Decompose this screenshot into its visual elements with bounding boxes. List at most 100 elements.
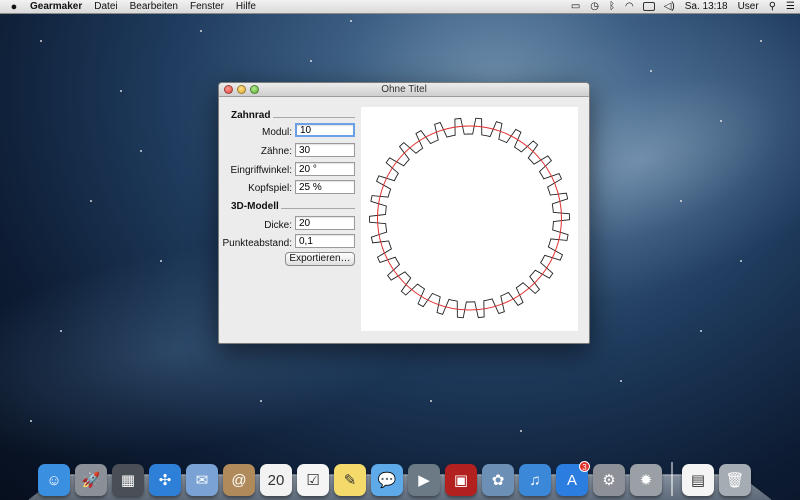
safari-glyph: ✣ xyxy=(158,472,172,489)
zaehne-input[interactable] xyxy=(295,143,355,157)
finder-icon[interactable]: ☺ xyxy=(38,464,70,496)
star xyxy=(260,400,262,402)
menu-bearbeiten[interactable]: Bearbeiten xyxy=(124,1,184,12)
messages-glyph: 💬 xyxy=(377,472,397,489)
section-divider xyxy=(281,208,355,209)
menu-datei[interactable]: Datei xyxy=(88,1,123,12)
mail-icon[interactable]: ✉ xyxy=(186,464,218,496)
notes-icon[interactable]: ✎ xyxy=(334,464,366,496)
star xyxy=(760,40,762,42)
safari-icon[interactable]: ✣ xyxy=(149,464,181,496)
system-preferences-icon[interactable]: ⚙ xyxy=(593,464,625,496)
documents-glyph: ▤ xyxy=(690,472,706,489)
calendar-glyph: 20 xyxy=(267,471,285,489)
mail-glyph: ✉ xyxy=(195,472,209,489)
label-modul: Modul: xyxy=(261,127,292,138)
launchpad-icon[interactable]: 🚀 xyxy=(75,464,107,496)
star xyxy=(120,90,122,92)
itunes-glyph: ♫ xyxy=(529,471,541,489)
label-punkteabstand: Punkteabstand: xyxy=(222,238,293,249)
star xyxy=(740,260,742,262)
gear-outline xyxy=(369,117,570,319)
dock: ☺ 🚀 ▦ ✣ ✉ @20 ☑ ✎ 💬 ▶ ▣ ✿ ♫ A 3 ⚙ ✹ ▤ 🗑 xyxy=(38,452,751,496)
contacts-icon[interactable]: @ xyxy=(223,464,255,496)
gearmaker-window: Ohne Titel Zahnrad Modul: Zähne: Eingrif… xyxy=(218,82,590,344)
menu-bar: ● Gearmaker Datei Bearbeiten Fenster Hil… xyxy=(0,0,800,14)
label-dicke: Dicke: xyxy=(264,220,292,231)
mission-control-glyph: ▦ xyxy=(120,472,136,489)
spotlight-icon[interactable]: ⚲ xyxy=(764,1,781,12)
minimize-button[interactable] xyxy=(237,85,246,94)
star xyxy=(700,330,702,332)
documents-icon[interactable]: ▤ xyxy=(682,464,714,496)
gear-preview xyxy=(369,117,570,319)
apple-icon[interactable]: ● xyxy=(0,1,28,13)
calendar-icon[interactable]: 20 xyxy=(260,464,292,496)
time-machine-icon[interactable]: ◷ xyxy=(585,1,604,12)
title-bar[interactable]: Ohne Titel xyxy=(219,83,589,97)
gear-preview-canvas xyxy=(361,107,578,331)
star xyxy=(60,330,62,332)
mission-control-icon[interactable]: ▦ xyxy=(112,464,144,496)
trash-icon[interactable]: 🗑 xyxy=(719,464,751,496)
star xyxy=(310,60,312,62)
finder-glyph: ☺ xyxy=(46,471,62,489)
battery-icon[interactable] xyxy=(642,2,655,11)
notification-center-icon[interactable]: ☰ xyxy=(781,1,800,12)
screen-sharing-icon[interactable]: ▭ xyxy=(566,1,585,12)
zoom-button[interactable] xyxy=(250,85,259,94)
menu-clock[interactable]: Sa. 13:18 xyxy=(680,1,733,12)
star xyxy=(430,400,432,402)
label-kopfspiel: Kopfspiel: xyxy=(248,183,292,194)
dock-separator xyxy=(671,462,673,496)
notification-badge: 3 xyxy=(579,461,590,472)
dicke-input[interactable] xyxy=(295,216,355,230)
label-eingriffwinkel: Eingriffwinkel: xyxy=(230,165,292,176)
reminders-icon[interactable]: ☑ xyxy=(297,464,329,496)
wifi-icon[interactable]: ◠ xyxy=(620,1,639,12)
label-zaehne: Zähne: xyxy=(260,146,292,157)
facetime-glyph: ▶ xyxy=(418,472,430,489)
window-title: Ohne Titel xyxy=(381,84,427,95)
star xyxy=(200,30,202,32)
itunes-icon[interactable]: ♫ xyxy=(519,464,551,496)
status-area: ▭ ◷ ᛒ ◠ ◁) Sa. 13:18 User ⚲ ☰ xyxy=(566,0,800,14)
star xyxy=(620,380,622,382)
punkteabstand-input[interactable] xyxy=(295,234,355,248)
bluetooth-icon[interactable]: ᛒ xyxy=(604,1,620,12)
modul-input[interactable] xyxy=(295,123,355,137)
photo-booth-glyph: ▣ xyxy=(453,472,469,489)
reminders-glyph: ☑ xyxy=(306,472,320,489)
menu-user[interactable]: User xyxy=(733,1,764,12)
star xyxy=(680,200,682,202)
messages-icon[interactable]: 💬 xyxy=(371,464,403,496)
system-preferences-glyph: ⚙ xyxy=(602,472,616,489)
kopfspiel-input[interactable] xyxy=(295,180,355,194)
close-button[interactable] xyxy=(224,85,233,94)
star xyxy=(720,120,722,122)
export-button[interactable]: Exportieren… xyxy=(285,252,355,266)
app-store-icon[interactable]: A3 xyxy=(556,461,590,496)
star xyxy=(30,420,32,422)
iphoto-icon[interactable]: ✿ xyxy=(482,464,514,496)
star xyxy=(520,430,522,432)
gearmaker-glyph: ✹ xyxy=(639,472,653,489)
section-title-model: 3D-Modell xyxy=(231,201,279,212)
facetime-icon[interactable]: ▶ xyxy=(408,464,440,496)
star xyxy=(350,20,352,22)
star xyxy=(140,150,142,152)
menu-fenster[interactable]: Fenster xyxy=(184,1,230,12)
volume-icon[interactable]: ◁) xyxy=(659,1,680,12)
section-title-gear: Zahnrad xyxy=(231,110,271,121)
section-divider xyxy=(273,117,355,118)
notes-glyph: ✎ xyxy=(343,472,357,489)
gearmaker-icon[interactable]: ✹ xyxy=(630,464,662,496)
eingriffwinkel-input[interactable] xyxy=(295,162,355,176)
menu-hilfe[interactable]: Hilfe xyxy=(230,1,262,12)
contacts-glyph: @ xyxy=(231,471,247,489)
star xyxy=(90,200,92,202)
menu-app-name[interactable]: Gearmaker xyxy=(28,1,88,12)
star xyxy=(650,70,652,72)
photo-booth-icon[interactable]: ▣ xyxy=(445,464,477,496)
launchpad-glyph: 🚀 xyxy=(81,472,101,489)
